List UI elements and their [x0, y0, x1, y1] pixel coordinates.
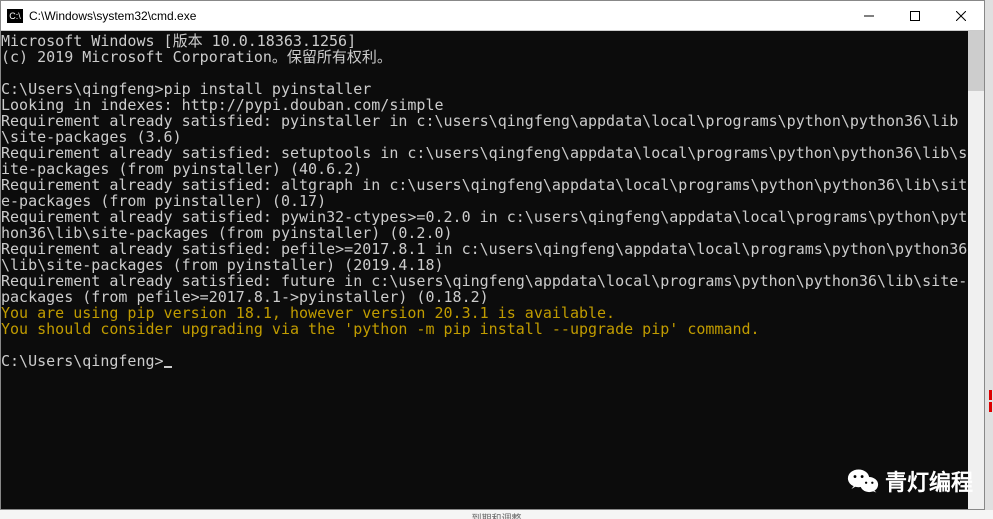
edit-markers [989, 390, 993, 420]
output-line: Requirement already satisfied: pyinstall… [1, 112, 958, 146]
output-line: Requirement already satisfied: pywin32-c… [1, 208, 967, 242]
terminal-output[interactable]: Microsoft Windows [版本 10.0.18363.1256] (… [1, 31, 968, 509]
maximize-button[interactable] [892, 1, 938, 31]
output-line: Requirement already satisfied: pefile>=2… [1, 240, 967, 274]
terminal-area: Microsoft Windows [版本 10.0.18363.1256] (… [1, 31, 984, 509]
window-title: C:\Windows\system32\cmd.exe [29, 9, 846, 23]
output-line: Requirement already satisfied: future in… [1, 272, 967, 306]
copyright-line: (c) 2019 Microsoft Corporation。保留所有权利。 [1, 48, 392, 66]
window-controls [846, 1, 984, 31]
prompt: C:\Users\qingfeng> [1, 352, 164, 370]
bottom-strip: 到期和调整 [0, 510, 993, 519]
red-marker [989, 402, 992, 412]
watermark: 青灯编程 [847, 465, 973, 497]
vertical-scrollbar[interactable] [968, 31, 984, 509]
red-marker [989, 390, 992, 400]
wechat-icon [847, 467, 879, 495]
output-line: Requirement already satisfied: setuptool… [1, 144, 967, 178]
output-line: Requirement already satisfied: altgraph … [1, 176, 967, 210]
cmd-icon: C:\ [7, 9, 23, 23]
bottom-text: 到期和调整 [472, 514, 522, 519]
titlebar[interactable]: C:\ C:\Windows\system32\cmd.exe [1, 1, 984, 31]
scrollbar-thumb[interactable] [968, 31, 984, 91]
cursor [164, 366, 172, 368]
warning-line: You should consider upgrading via the 'p… [1, 320, 760, 338]
close-button[interactable] [938, 1, 984, 31]
cmd-window: C:\ C:\Windows\system32\cmd.exe Microsof… [0, 0, 985, 510]
minimize-button[interactable] [846, 1, 892, 31]
watermark-text: 青灯编程 [885, 465, 973, 497]
